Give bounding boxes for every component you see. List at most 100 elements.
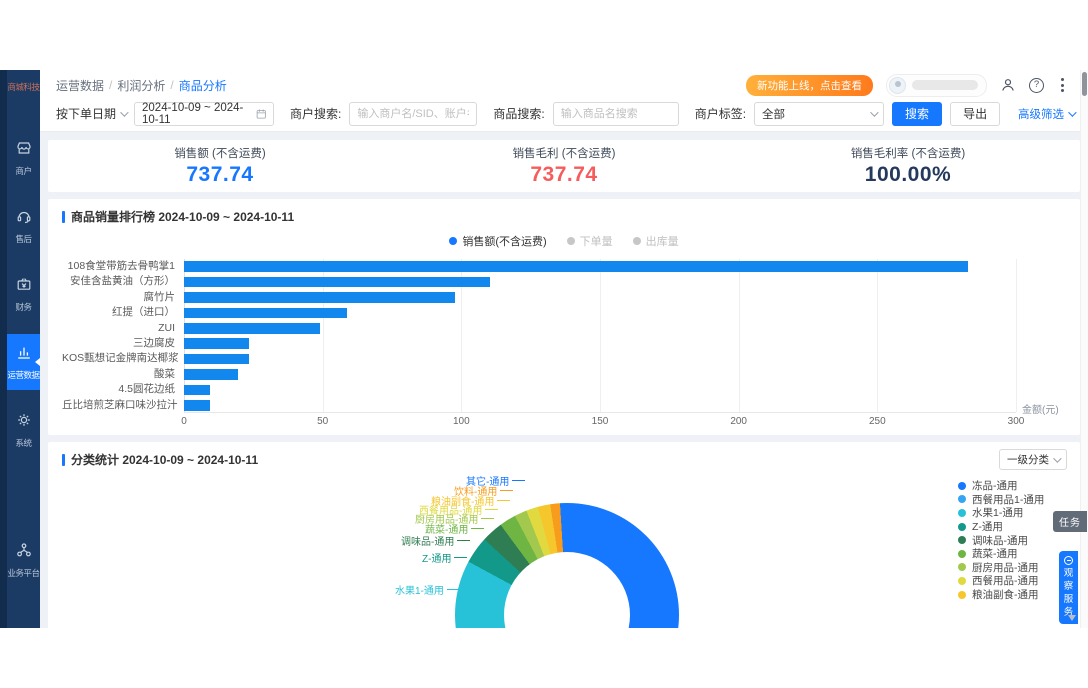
- bar-7: [184, 369, 238, 380]
- merchant-search-input[interactable]: [349, 102, 477, 126]
- search-button[interactable]: 搜索: [892, 102, 942, 126]
- sidebar-item-5[interactable]: 业务平台: [7, 532, 40, 588]
- bar-section-title: 商品销量排行榜 2024-10-09 ~ 2024-10-11: [71, 208, 294, 225]
- bar-6: [184, 354, 249, 365]
- service-tab-char: 服: [1064, 594, 1074, 605]
- bar-chart-x-ticks: 050100150200250300: [184, 413, 1016, 429]
- gridline: [1016, 259, 1017, 412]
- leader-line: [454, 557, 467, 558]
- legend-dot: [958, 495, 966, 503]
- sidebar-item-label: 财务: [15, 301, 31, 313]
- date-type-select[interactable]: 按下单日期: [56, 105, 126, 122]
- section-header: 商品销量排行榜 2024-10-09 ~ 2024-10-11: [62, 208, 1066, 225]
- gridline: [877, 259, 878, 412]
- sidebar-item-2[interactable]: 财务: [7, 266, 40, 322]
- legend-item-0[interactable]: 销售额(不含运费): [449, 233, 546, 249]
- category-level-select[interactable]: 一级分类: [999, 449, 1067, 470]
- sidebar-item-label: 业务平台: [7, 567, 39, 579]
- pie-legend-item-6[interactable]: 厨房用品-通用: [958, 561, 1044, 575]
- user-menu[interactable]: [886, 74, 987, 97]
- username-redacted: [912, 80, 978, 90]
- leader-line: [447, 589, 460, 590]
- breadcrumb-item-0[interactable]: 运营数据: [56, 77, 104, 94]
- bar-category-label: 酸菜: [62, 367, 184, 382]
- leader-line: [512, 480, 525, 481]
- leader-line: [471, 528, 484, 529]
- merchant-search-label: 商户搜索:: [290, 105, 341, 122]
- promo-badge[interactable]: 新功能上线，点击查看: [746, 75, 873, 96]
- advanced-filter-toggle[interactable]: 高级筛选: [1018, 106, 1078, 122]
- bar-category-label: 三边腐皮: [62, 336, 184, 351]
- bar-3: [184, 308, 347, 319]
- stat-value: 100.00%: [736, 163, 1080, 187]
- legend-item-1[interactable]: 下单量: [567, 233, 613, 249]
- finance-icon: [15, 275, 33, 298]
- x-tick: 150: [592, 416, 609, 427]
- vertical-scrollbar[interactable]: [1080, 70, 1088, 628]
- merchant-tag-label: 商户标签:: [695, 105, 746, 122]
- breadcrumb-item-1[interactable]: 利润分析: [117, 77, 165, 94]
- leader-line: [481, 518, 494, 519]
- sidebar-item-4[interactable]: 系统: [7, 402, 40, 458]
- pie-callout-8: 水果1-通用: [395, 582, 460, 597]
- pie-legend-item-3[interactable]: Z-通用: [958, 520, 1044, 534]
- export-button[interactable]: 导出: [950, 102, 1000, 126]
- bar-category-label: 红提（进口）: [62, 305, 184, 320]
- section-header: 分类统计 2024-10-09 ~ 2024-10-11: [62, 451, 1066, 468]
- sidebar-item-3[interactable]: 运营数据: [7, 334, 40, 390]
- bar-category-label: 4.5圆花边纸: [62, 382, 184, 397]
- pie-legend-item-7[interactable]: 西餐用品-通用: [958, 574, 1044, 588]
- breadcrumb-row: 运营数据/利润分析/商品分析 新功能上线，点击查看: [40, 70, 1088, 100]
- pie-legend-item-8[interactable]: 粮油副食-通用: [958, 588, 1044, 602]
- legend-dot: [958, 550, 966, 558]
- bar-9: [184, 400, 210, 411]
- more-menu-icon[interactable]: [1057, 77, 1068, 93]
- content-scroll-area[interactable]: 销售额 (不含运费) 737.74 销售毛利 (不含运费) 737.74 销售毛…: [40, 132, 1088, 628]
- x-tick: 0: [181, 416, 187, 427]
- service-floating-tab[interactable]: 观察服务: [1059, 551, 1078, 624]
- date-range-input[interactable]: 2024-10-09 ~ 2024-10-11: [134, 102, 274, 126]
- service-icon: [1064, 556, 1073, 565]
- breadcrumb-item-2[interactable]: 商品分析: [179, 77, 227, 94]
- stat-0: 销售额 (不含运费) 737.74: [48, 145, 392, 187]
- product-ranking-card: 商品销量排行榜 2024-10-09 ~ 2024-10-11 销售额(不含运费…: [48, 199, 1080, 435]
- bar-0: [184, 261, 968, 272]
- help-icon[interactable]: [1029, 78, 1044, 93]
- bar-4: [184, 323, 320, 334]
- legend-dot: [958, 563, 966, 571]
- bar-chart-legend: 销售额(不含运费) 下单量 出库量: [62, 233, 1066, 249]
- topbar: 运营数据/利润分析/商品分析 新功能上线，点击查看: [40, 70, 1088, 132]
- pie-legend-item-0[interactable]: 冻品-通用: [958, 479, 1044, 493]
- scrollbar-thumb[interactable]: [1082, 72, 1087, 96]
- task-floating-tab[interactable]: 任务: [1053, 511, 1087, 532]
- page: 商城科技 商户 售后 财务 运营数据 系统 业务平台: [0, 0, 1088, 688]
- sidebar-item-0[interactable]: 商户: [7, 130, 40, 186]
- sidebar-item-1[interactable]: 售后: [7, 198, 40, 254]
- avatar: [889, 77, 906, 94]
- bar-5: [184, 338, 249, 349]
- gear-icon: [15, 411, 33, 434]
- x-tick: 50: [317, 416, 328, 427]
- x-tick: 250: [869, 416, 886, 427]
- bar-1: [184, 277, 490, 288]
- contact-icon[interactable]: [1000, 77, 1016, 93]
- org-icon: [15, 541, 33, 564]
- product-search-input[interactable]: [553, 102, 679, 126]
- bar-2: [184, 292, 455, 303]
- legend-item-2[interactable]: 出库量: [633, 233, 679, 249]
- legend-dot: [449, 237, 457, 245]
- pie-callout-6: 调味品-通用: [401, 533, 470, 548]
- merchant-tag-select[interactable]: 全部: [754, 102, 884, 126]
- pie-legend-item-1[interactable]: 西餐用品1-通用: [958, 493, 1044, 507]
- stat-1: 销售毛利 (不含运费) 737.74: [392, 145, 736, 187]
- pie-legend-item-5[interactable]: 蔬菜-通用: [958, 547, 1044, 561]
- collapse-arrow-icon[interactable]: [1068, 615, 1076, 621]
- x-tick: 100: [453, 416, 470, 427]
- x-tick: 300: [1008, 416, 1025, 427]
- stat-label: 销售额 (不含运费): [48, 145, 392, 161]
- product-search-label: 商品搜索:: [493, 105, 544, 122]
- pie-section-title: 分类统计 2024-10-09 ~ 2024-10-11: [71, 451, 258, 468]
- pie-legend-item-2[interactable]: 水果1-通用: [958, 506, 1044, 520]
- pie-legend-item-4[interactable]: 调味品-通用: [958, 533, 1044, 547]
- bar-category-label: KOS甄想记金牌南达椰浆: [62, 351, 184, 366]
